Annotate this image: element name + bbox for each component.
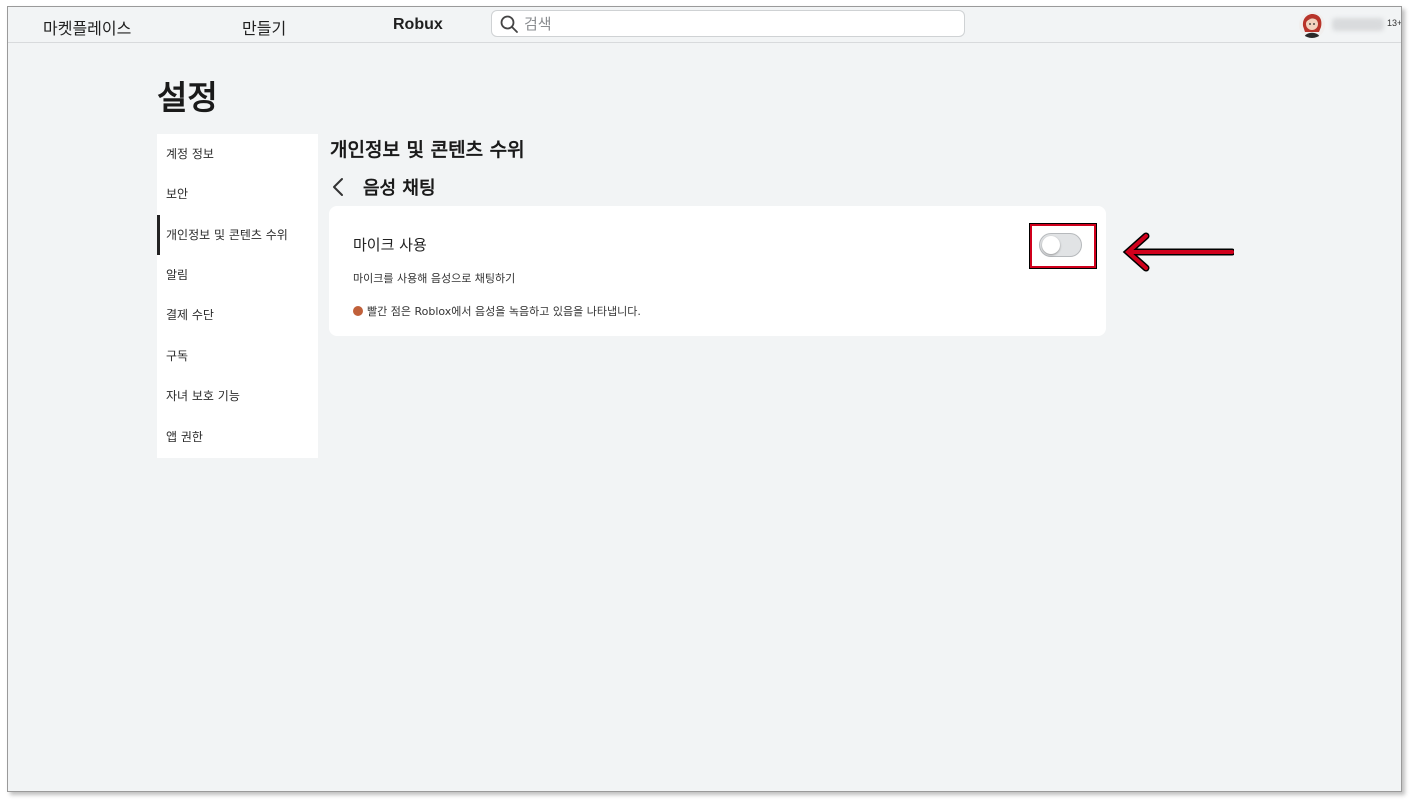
mic-setting-description: 마이크를 사용해 음성으로 채팅하기: [353, 272, 516, 285]
sidebar-item-subscriptions[interactable]: 구독: [157, 336, 318, 376]
nav-marketplace[interactable]: 마켓플레이스: [43, 15, 131, 39]
toggle-knob: [1042, 236, 1060, 254]
avatar[interactable]: [1299, 12, 1325, 38]
top-navigation: 마켓플레이스 만들기 Robux 13+: [8, 7, 1401, 43]
age-badge: 13+: [1387, 18, 1402, 28]
sidebar-item-security[interactable]: 보안: [157, 174, 318, 214]
chevron-left-icon[interactable]: [330, 176, 346, 198]
username-blurred: [1332, 18, 1384, 31]
sidebar-item-billing[interactable]: 결제 수단: [157, 295, 318, 335]
browser-frame: 마켓플레이스 만들기 Robux 13+ 설정 계정 정보: [7, 6, 1402, 792]
page-title: 설정: [157, 78, 218, 117]
subsection-title: 음성 채팅: [363, 178, 436, 199]
red-dot-icon: [353, 306, 363, 316]
mic-setting-title: 마이크 사용: [353, 236, 427, 254]
sidebar-item-notifications[interactable]: 알림: [157, 255, 318, 295]
mic-toggle[interactable]: [1039, 233, 1082, 257]
arrow-left-icon: [1122, 232, 1234, 272]
search-box[interactable]: [491, 10, 965, 37]
nav-robux[interactable]: Robux: [393, 16, 443, 34]
sidebar-item-account-info[interactable]: 계정 정보: [157, 134, 318, 174]
avatar-icon: [1299, 12, 1325, 38]
search-input[interactable]: [524, 13, 954, 34]
sidebar-item-parental-controls[interactable]: 자녀 보호 기능: [157, 376, 318, 416]
sidebar-item-app-permissions[interactable]: 앱 권한: [157, 417, 318, 457]
section-title: 개인정보 및 콘텐츠 수위: [330, 139, 525, 161]
recording-notice: 빨간 점은 Roblox에서 음성을 녹음하고 있음을 나타냅니다.: [353, 303, 641, 319]
nav-create[interactable]: 만들기: [242, 15, 286, 39]
voice-chat-card: 마이크 사용 마이크를 사용해 음성으로 채팅하기 빨간 점은 Roblox에서…: [329, 206, 1106, 336]
recording-notice-text: 빨간 점은 Roblox에서 음성을 녹음하고 있음을 나타냅니다.: [367, 305, 641, 318]
sidebar-item-privacy[interactable]: 개인정보 및 콘텐츠 수위: [157, 215, 318, 255]
search-icon: [500, 15, 518, 33]
settings-sidebar: 계정 정보 보안 개인정보 및 콘텐츠 수위 알림 결제 수단 구독 자녀 보호…: [157, 134, 318, 458]
